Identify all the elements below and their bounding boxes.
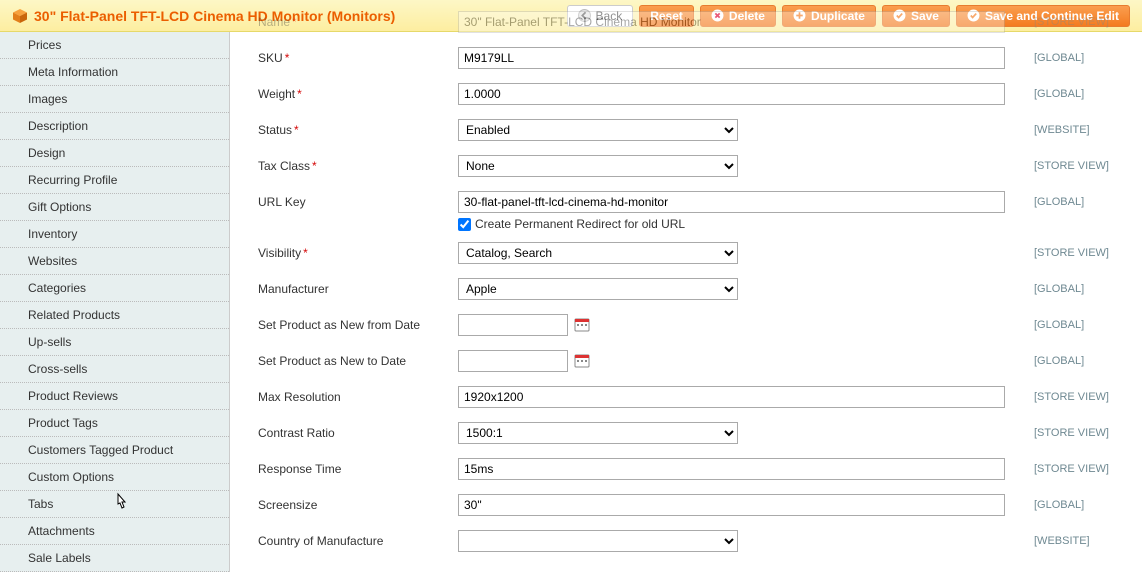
calendar-icon[interactable] <box>574 353 590 369</box>
sidebar-item-upsells[interactable]: Up-sells <box>0 329 229 356</box>
sidebar-item-custom-options[interactable]: Custom Options <box>0 464 229 491</box>
scope-country: [WEBSITE] <box>1034 535 1124 547</box>
label-contrast: Contrast Ratio <box>258 426 335 440</box>
sidebar-item-crosssells[interactable]: Cross-sells <box>0 356 229 383</box>
scope-weight: [GLOBAL] <box>1034 88 1124 100</box>
sidebar-item-categories[interactable]: Categories <box>0 275 229 302</box>
sidebar-item-related[interactable]: Related Products <box>0 302 229 329</box>
label-newfrom: Set Product as New from Date <box>258 318 420 332</box>
contrast-select[interactable]: 1500:1 <box>458 422 738 444</box>
maxres-input[interactable] <box>458 386 1005 408</box>
sidebar-item-design[interactable]: Design <box>0 140 229 167</box>
visibility-select[interactable]: Catalog, Search <box>458 242 738 264</box>
newto-input[interactable] <box>458 350 568 372</box>
sidebar: Prices Meta Information Images Descripti… <box>0 32 230 572</box>
scope-taxclass: [STORE VIEW] <box>1034 160 1124 172</box>
form-content: Name* [STORE VIEW] SKU* [GLOBAL] Weight*… <box>230 32 1142 572</box>
manufacturer-select[interactable]: Apple <box>458 278 738 300</box>
sidebar-item-attachments[interactable]: Attachments <box>0 518 229 545</box>
label-sku: SKU <box>258 51 283 65</box>
name-input[interactable] <box>458 11 1005 33</box>
sidebar-item-reviews[interactable]: Product Reviews <box>0 383 229 410</box>
redirect-label: Create Permanent Redirect for old URL <box>475 217 685 231</box>
scope-contrast: [STORE VIEW] <box>1034 427 1124 439</box>
sidebar-item-tags[interactable]: Product Tags <box>0 410 229 437</box>
redirect-checkbox[interactable] <box>458 218 471 231</box>
sidebar-item-tabs[interactable]: Tabs <box>0 491 229 518</box>
newfrom-input[interactable] <box>458 314 568 336</box>
sidebar-item-websites[interactable]: Websites <box>0 248 229 275</box>
label-manufacturer: Manufacturer <box>258 282 329 296</box>
product-cube-icon <box>12 8 28 24</box>
taxclass-select[interactable]: None <box>458 155 738 177</box>
label-name: Name <box>258 15 290 29</box>
weight-input[interactable] <box>458 83 1005 105</box>
urlkey-input[interactable] <box>458 191 1005 213</box>
label-visibility: Visibility <box>258 246 301 260</box>
sidebar-item-recurring[interactable]: Recurring Profile <box>0 167 229 194</box>
scope-manufacturer: [GLOBAL] <box>1034 283 1124 295</box>
label-weight: Weight <box>258 87 295 101</box>
scope-newto: [GLOBAL] <box>1034 355 1124 367</box>
country-select[interactable] <box>458 530 738 552</box>
label-screensize: Screensize <box>258 498 317 512</box>
scope-visibility: [STORE VIEW] <box>1034 247 1124 259</box>
scope-screensize: [GLOBAL] <box>1034 499 1124 511</box>
calendar-icon[interactable] <box>574 317 590 333</box>
scope-newfrom: [GLOBAL] <box>1034 319 1124 331</box>
scope-sku: [GLOBAL] <box>1034 52 1124 64</box>
sku-input[interactable] <box>458 47 1005 69</box>
scope-name: [STORE VIEW] <box>1034 16 1124 28</box>
label-urlkey: URL Key <box>258 195 306 209</box>
sidebar-item-images[interactable]: Images <box>0 86 229 113</box>
screensize-input[interactable] <box>458 494 1005 516</box>
sidebar-item-meta[interactable]: Meta Information <box>0 59 229 86</box>
sidebar-item-sale-labels[interactable]: Sale Labels <box>0 545 229 572</box>
label-response: Response Time <box>258 462 341 476</box>
sidebar-item-description[interactable]: Description <box>0 113 229 140</box>
label-maxres: Max Resolution <box>258 390 341 404</box>
label-status: Status <box>258 123 292 137</box>
scope-response: [STORE VIEW] <box>1034 463 1124 475</box>
sidebar-item-customers-tagged[interactable]: Customers Tagged Product <box>0 437 229 464</box>
sidebar-item-prices[interactable]: Prices <box>0 32 229 59</box>
sidebar-item-inventory[interactable]: Inventory <box>0 221 229 248</box>
label-country: Country of Manufacture <box>258 534 383 548</box>
scope-urlkey: [GLOBAL] <box>1034 196 1124 208</box>
sidebar-item-gift[interactable]: Gift Options <box>0 194 229 221</box>
status-select[interactable]: Enabled <box>458 119 738 141</box>
scope-status: [WEBSITE] <box>1034 124 1124 136</box>
response-input[interactable] <box>458 458 1005 480</box>
scope-maxres: [STORE VIEW] <box>1034 391 1124 403</box>
label-newto: Set Product as New to Date <box>258 354 406 368</box>
label-taxclass: Tax Class <box>258 159 310 173</box>
